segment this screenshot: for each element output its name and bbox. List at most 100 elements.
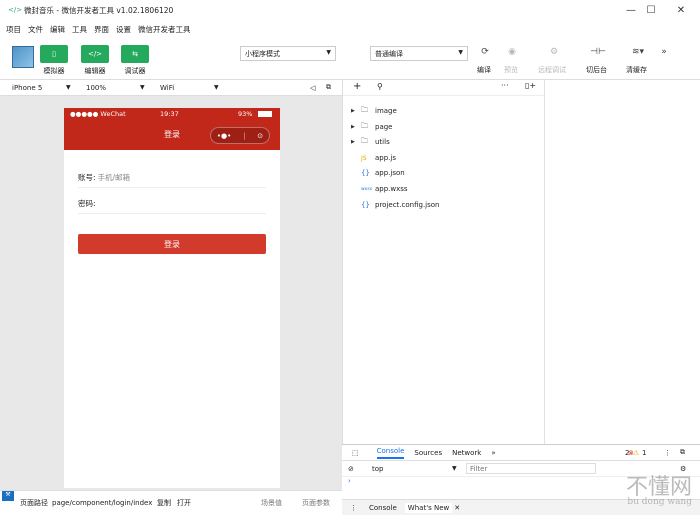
remote-debug-icon: ⚙ (549, 47, 559, 57)
tree-label: app.js (375, 154, 396, 162)
mode-select-value: 小程序模式 (245, 49, 280, 58)
tree-folder[interactable]: ▶ 🗀 page (351, 120, 392, 134)
switch-background-icon: ⊣⊢ (590, 47, 606, 57)
chevron-down-icon: ▼ (66, 84, 71, 91)
popout-icon[interactable]: ⧉ (326, 83, 331, 92)
debugger-button[interactable]: ⇆ (121, 45, 149, 63)
clear-cache-button[interactable]: ≋▾ (628, 45, 648, 59)
tree-file[interactable]: JS app.js (351, 151, 396, 165)
close-button[interactable]: ✕ (664, 0, 698, 20)
tree-label: image (375, 107, 397, 115)
open-link[interactable]: 打开 (177, 498, 191, 508)
tree-file[interactable]: {} project.config.json (351, 198, 439, 212)
close-icon[interactable]: ✕ (454, 504, 460, 512)
search-icon[interactable]: ⚲ (377, 82, 383, 91)
params-button[interactable]: 页面参数 (302, 498, 330, 508)
split-icon[interactable]: ▯+ (525, 81, 536, 90)
password-label: 密码: (78, 199, 96, 208)
error-count[interactable]: 2 (625, 449, 629, 457)
folder-icon: 🗀 (361, 105, 368, 114)
tab-sources[interactable]: Sources (414, 449, 442, 457)
preview-label: 预览 (504, 66, 518, 74)
settings-icon[interactable]: ⚙ (680, 465, 686, 473)
account-row: 账号: (78, 168, 266, 188)
more-tools-button[interactable]: » (656, 45, 672, 59)
close-circle-icon[interactable]: ⊙ (257, 132, 263, 140)
menu-view[interactable]: 界面 (94, 24, 109, 35)
volume-icon[interactable]: ◁ (310, 84, 315, 92)
tool-icon[interactable]: ⚒ (2, 491, 14, 501)
kebab-menu-icon[interactable]: ⋮ (664, 449, 671, 457)
add-icon[interactable]: + (353, 81, 361, 92)
compile-button[interactable]: ⟳ (477, 45, 493, 59)
capsule-menu[interactable]: •●• | ⊙ (210, 127, 270, 144)
tree-label: app.json (375, 169, 405, 177)
console-prompt[interactable]: › (342, 477, 700, 485)
copy-link[interactable]: 复制 (157, 498, 171, 508)
simulator-button[interactable]: ▯ (40, 45, 68, 63)
drawer-tab-console[interactable]: Console (369, 504, 397, 512)
warning-count[interactable]: 1 (642, 449, 646, 457)
bottom-status-bar: ⚒ 页面路径 page/component/login/index 复制 打开 … (0, 490, 342, 515)
password-row: 密码: (78, 194, 266, 214)
path-label: 页面路径 (20, 499, 48, 507)
status-carrier: ●●●●● WeChat (70, 110, 126, 118)
eye-icon: ◉ (508, 47, 516, 57)
more-dots-icon[interactable]: •●• (217, 132, 231, 140)
maximize-button[interactable]: ☐ (634, 0, 668, 20)
scene-button[interactable]: 场景值 (261, 498, 282, 508)
remote-debug-button[interactable]: ⚙ (546, 45, 562, 59)
menu-project[interactable]: 项目 (6, 24, 21, 35)
devtools-tabs: ⬚ Console Sources Network » ⊗ 2 ⚠ 1 ⋮ ⧉ (342, 445, 700, 461)
tree-folder[interactable]: ▶ 🗀 utils (351, 135, 390, 149)
menu-settings[interactable]: 设置 (116, 24, 131, 35)
compile-label: 编译 (477, 66, 491, 74)
menu-edit[interactable]: 编辑 (50, 24, 65, 35)
password-input[interactable] (97, 199, 248, 208)
drawer-tab-whats-new[interactable]: What's New (404, 502, 453, 513)
compile-select[interactable]: 普通编译 ▼ (370, 46, 468, 61)
json-file-icon: {} (361, 169, 370, 177)
phone-nav-bar: 登录 •●• | ⊙ (64, 120, 280, 150)
inspect-icon[interactable]: ⬚ (352, 449, 359, 457)
chevron-down-icon: ▼ (140, 84, 145, 91)
zoom-select[interactable]: 100% (86, 84, 106, 92)
devtools-panel: ⬚ Console Sources Network » ⊗ 2 ⚠ 1 ⋮ ⧉ … (342, 444, 700, 515)
status-battery: 93% (238, 110, 253, 118)
device-select[interactable]: iPhone 5 (12, 84, 42, 92)
menu-wechat-devtools[interactable]: 微信开发者工具 (138, 24, 191, 35)
explorer-header: + ⚲ ··· ▯+ (343, 80, 544, 96)
console-filter-input[interactable] (466, 463, 596, 474)
folder-icon: 🗀 (361, 121, 368, 130)
clear-console-icon[interactable]: ⊘ (348, 465, 354, 473)
avatar[interactable] (12, 46, 34, 68)
tab-console[interactable]: Console (376, 447, 405, 459)
simulator-pane: ●●●●● WeChat 19:37 93% 登录 •●• | ⊙ 账号: 密码… (0, 96, 342, 490)
clear-cache-label: 清缓存 (626, 66, 647, 74)
tree-label: app.wxss (375, 185, 408, 193)
menu-file[interactable]: 文件 (28, 24, 43, 35)
tab-network[interactable]: Network (452, 449, 481, 457)
status-time: 19:37 (160, 110, 179, 118)
tree-label: utils (375, 138, 390, 146)
network-select[interactable]: WiFi (160, 84, 174, 92)
path-value: page/component/login/index (52, 499, 153, 507)
tree-file[interactable]: {} app.json (351, 166, 405, 180)
tree-folder[interactable]: ▶ 🗀 image (351, 104, 397, 118)
preview-button[interactable]: ◉ (504, 45, 520, 59)
account-input[interactable] (97, 173, 248, 182)
background-button[interactable]: ⊣⊢ (590, 45, 606, 59)
more-icon[interactable]: ··· (501, 81, 509, 90)
folder-icon: 🗀 (361, 136, 368, 145)
tree-file[interactable]: wxss app.wxss (351, 182, 408, 196)
chevron-double-right-icon: » (661, 47, 667, 57)
dock-icon[interactable]: ⧉ (680, 448, 685, 457)
wxss-file-icon: wxss (361, 186, 373, 192)
mode-select[interactable]: 小程序模式 ▼ (240, 46, 336, 61)
menu-tools[interactable]: 工具 (72, 24, 87, 35)
context-select[interactable]: top (372, 465, 383, 473)
login-button[interactable]: 登录 (78, 234, 266, 254)
more-tabs-icon[interactable]: » (491, 449, 495, 457)
editor-button[interactable]: </> (81, 45, 109, 63)
drawer-menu-icon[interactable]: ⋮ (350, 504, 357, 512)
